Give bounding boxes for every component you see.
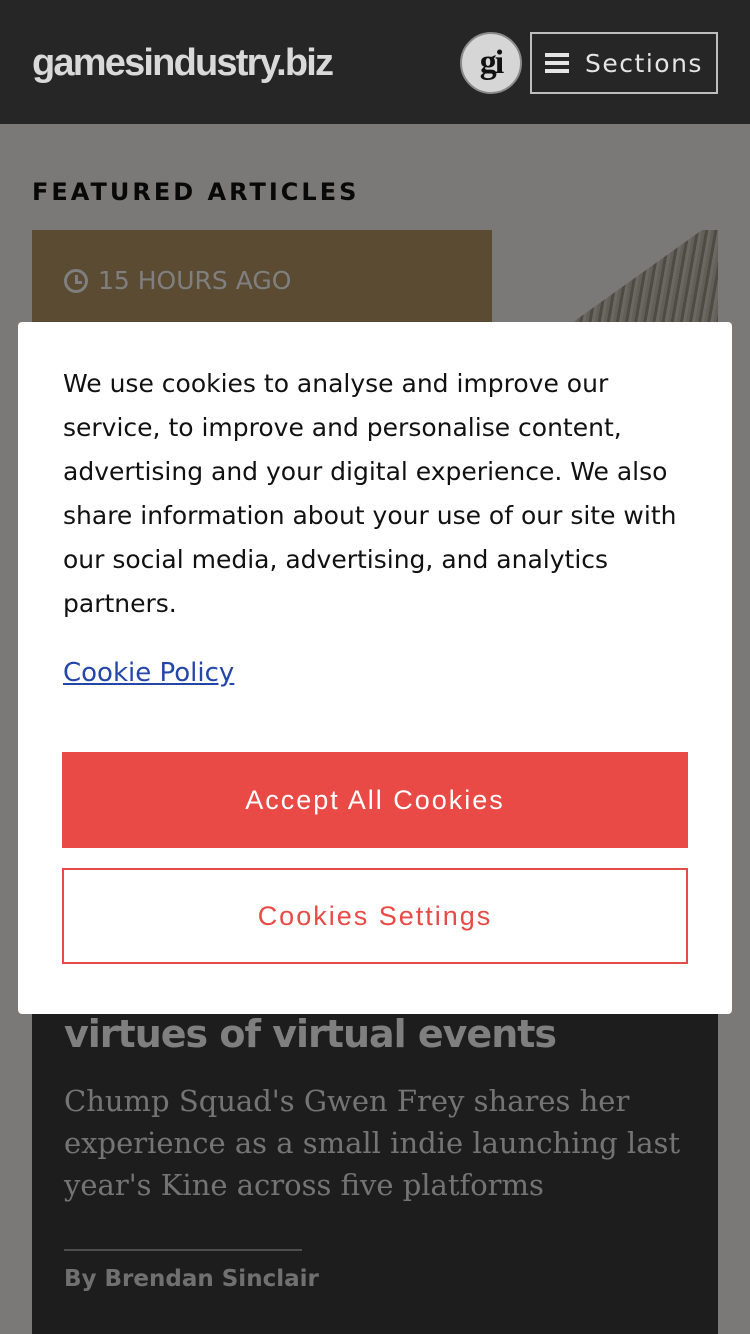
cookie-policy-link[interactable]: Cookie Policy [63, 658, 234, 688]
site-logo[interactable]: gamesindustry.biz [32, 40, 334, 86]
cookie-consent-text: We use cookies to analyse and improve ou… [63, 369, 677, 618]
site-header: gamesindustry.biz gi Sections [0, 0, 750, 124]
gi-badge[interactable]: gi [460, 32, 522, 94]
sections-button[interactable]: Sections [530, 32, 718, 94]
accept-all-cookies-button[interactable]: Accept All Cookies [62, 752, 688, 848]
cookies-settings-button[interactable]: Cookies Settings [62, 868, 688, 964]
gi-badge-label: gi [479, 44, 504, 81]
cookie-consent-dialog: We use cookies to analyse and improve ou… [18, 322, 732, 1014]
hamburger-icon [545, 53, 570, 73]
sections-label: Sections [585, 48, 703, 78]
